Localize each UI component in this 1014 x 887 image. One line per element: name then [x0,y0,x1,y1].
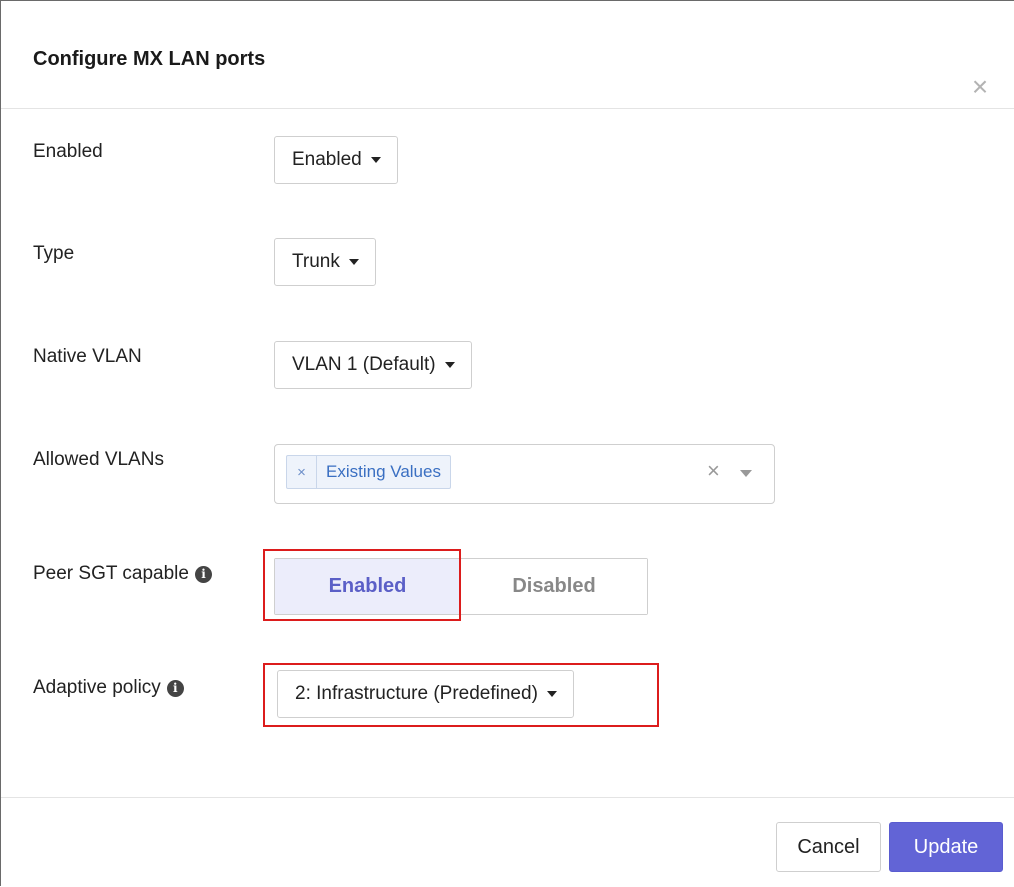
caret-down-icon [370,157,381,163]
info-icon[interactable]: i [166,679,184,697]
dropdown-arrow-icon[interactable] [740,470,752,477]
peer-sgt-label: Peer SGT capable i [33,563,212,585]
allowed-vlans-select[interactable]: × Existing Values [274,444,775,504]
dialog-title: Configure MX LAN ports [33,48,266,70]
enabled-dropdown-value: Enabled [292,149,362,170]
caret-down-icon [444,362,455,368]
configure-ports-dialog: Configure MX LAN ports × Enabled Enabled… [0,0,1014,886]
caret-down-icon [546,691,557,697]
peer-sgt-toggle: Enabled Disabled [274,558,648,615]
chip-label: Existing Values [326,462,441,481]
close-icon[interactable]: × [965,72,995,102]
type-dropdown-value: Trunk [292,251,340,272]
type-dropdown[interactable]: Trunk [274,238,376,286]
allowed-vlans-label: Allowed VLANs [33,449,164,470]
peer-sgt-enabled-option[interactable]: Enabled [275,559,461,614]
cancel-button[interactable]: Cancel [776,822,881,872]
native-vlan-dropdown[interactable]: VLAN 1 (Default) [274,341,472,389]
adaptive-policy-dropdown-value: 2: Infrastructure (Predefined) [295,683,538,704]
info-icon[interactable]: i [194,565,212,583]
native-vlan-label: Native VLAN [33,346,142,367]
enabled-dropdown[interactable]: Enabled [274,136,398,184]
enabled-label: Enabled [33,141,103,162]
caret-down-icon [348,259,359,265]
update-button[interactable]: Update [889,822,1003,872]
adaptive-policy-dropdown[interactable]: 2: Infrastructure (Predefined) [277,670,574,718]
peer-sgt-label-text: Peer SGT capable [33,563,189,584]
peer-sgt-disabled-option[interactable]: Disabled [461,559,647,614]
type-label: Type [33,243,75,264]
chip-remove-icon[interactable]: × [287,456,317,488]
clear-icon[interactable]: × [707,460,720,482]
adaptive-policy-label-text: Adaptive policy [33,677,161,698]
adaptive-policy-label: Adaptive policy i [33,677,184,699]
native-vlan-dropdown-value: VLAN 1 (Default) [292,354,436,375]
vlan-chip: × Existing Values [286,455,451,489]
dialog-header: Configure MX LAN ports × [1,1,1014,109]
